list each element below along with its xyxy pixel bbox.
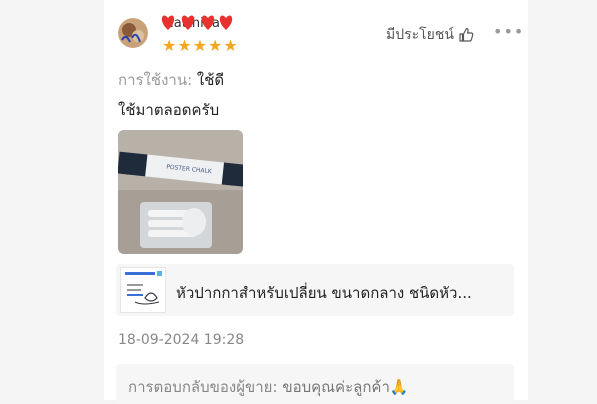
product-name: หัวปากกาสำหรับเปลี่ยน ขนาดกลาง ชนิดหัว..…	[176, 284, 472, 302]
seller-reply-text: การตอบกลับของผู้ขาย: ขอบคุณค่ะลูกค้า🙏	[128, 375, 409, 399]
username: Natthida	[160, 12, 240, 34]
star-icon: ★	[162, 36, 177, 55]
seller-reply-label: การตอบกลับของผู้ขาย:	[128, 378, 278, 396]
star-icon: ★	[177, 36, 192, 55]
usage-value: ใช้ดี	[196, 71, 225, 89]
more-options-icon[interactable]: •••	[493, 22, 524, 41]
thumbs-up-icon	[459, 27, 474, 42]
product-thumbnail	[120, 267, 166, 313]
seller-reply: การตอบกลับของผู้ขาย: ขอบคุณค่ะลูกค้า🙏	[116, 364, 514, 404]
helpful-label: มีประโยชน์	[386, 27, 454, 43]
heart-sticker-icon	[161, 15, 233, 30]
helpful-button[interactable]: มีประโยชน์	[386, 24, 474, 46]
star-icon: ★	[192, 36, 208, 55]
review-date: 18-09-2024 19:28	[118, 332, 245, 348]
usage-label: การใช้งาน:	[118, 71, 193, 89]
review-photo[interactable]: POSTER CHALK	[118, 130, 243, 254]
seller-reply-message: ขอบคุณค่ะลูกค้า🙏	[282, 378, 409, 396]
review-comment: ใช้มาตลอดครับ	[118, 101, 220, 119]
avatar[interactable]	[118, 18, 148, 48]
star-icon: ★	[208, 36, 223, 55]
product-link[interactable]: หัวปากกาสำหรับเปลี่ยน ขนาดกลาง ชนิดหัว..…	[116, 264, 514, 316]
usage-line: การใช้งาน: ใช้ดี	[118, 68, 224, 92]
star-icon: ★	[223, 36, 238, 55]
rating-stars: ★ ★ ★ ★ ★	[162, 38, 238, 54]
